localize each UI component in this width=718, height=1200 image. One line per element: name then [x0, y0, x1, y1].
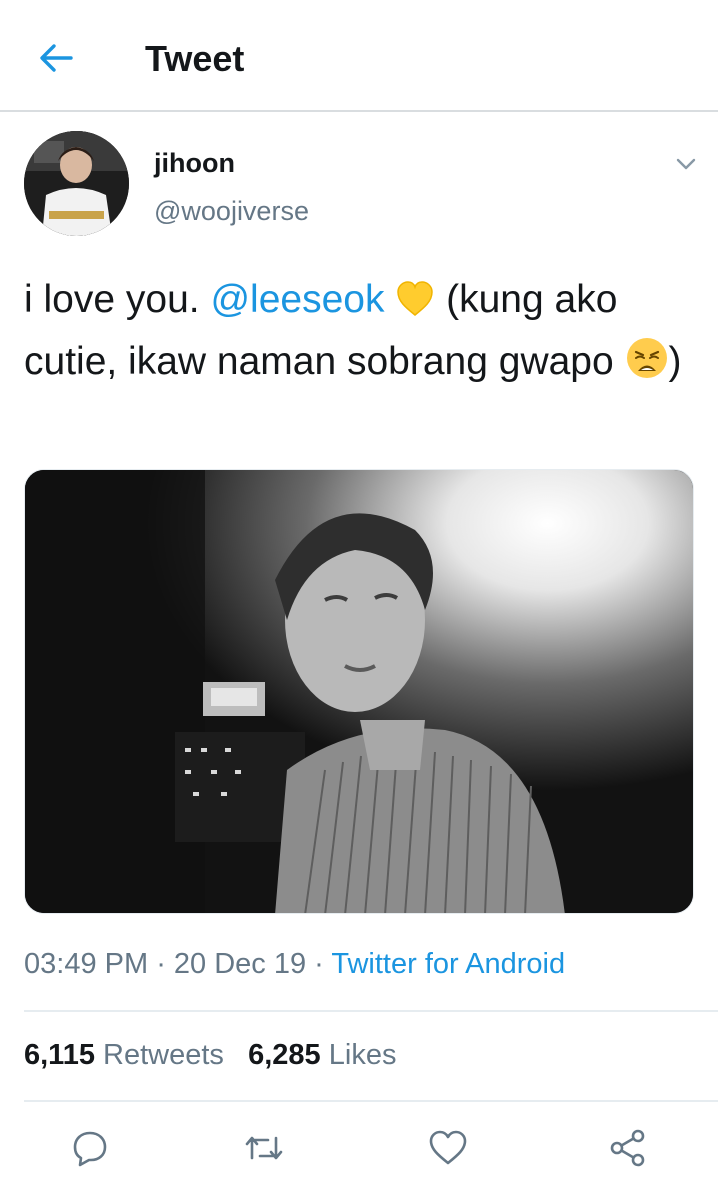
- tweet-date: 20 Dec 19: [173, 948, 307, 980]
- tweet-source-link[interactable]: Twitter for Android: [331, 948, 565, 980]
- retweets-count: 6,115: [24, 1039, 95, 1071]
- likes-count: 6,285: [248, 1039, 321, 1071]
- like-icon: [429, 1130, 467, 1165]
- tweet-meta: 03:49 PM · 20 Dec 19 · Twitter for Andro…: [24, 948, 565, 981]
- retweet-icon: [245, 1136, 283, 1160]
- more-options-button[interactable]: [672, 150, 700, 178]
- weary-face-icon: [625, 336, 669, 396]
- avatar[interactable]: [24, 131, 129, 236]
- chevron-down-icon: [676, 158, 696, 170]
- tweet-photo[interactable]: [24, 469, 694, 914]
- back-arrow-icon: [40, 44, 73, 72]
- retweets-stat[interactable]: 6,115 Retweets: [24, 1039, 224, 1071]
- author-handle[interactable]: @woojiverse: [154, 196, 309, 227]
- avatar-photo: [24, 131, 129, 236]
- divider: [24, 1100, 718, 1102]
- mention-link[interactable]: @leeseok: [210, 278, 384, 321]
- tweet-text-part: i love you.: [24, 278, 211, 321]
- photo-image: [25, 470, 693, 913]
- author-name[interactable]: jihoon: [154, 148, 235, 179]
- reply-icon: [73, 1131, 107, 1167]
- tweet-text: i love you. @leeseok (kung ako cutie, ik…: [24, 272, 704, 396]
- separator: ·: [148, 948, 174, 980]
- action-bar: [0, 1118, 718, 1178]
- share-button[interactable]: [606, 1126, 650, 1170]
- reply-button[interactable]: [68, 1126, 112, 1170]
- tweet-time: 03:49 PM: [24, 948, 149, 980]
- yellow-heart-icon: [395, 278, 435, 334]
- top-bar: Tweet: [0, 0, 718, 112]
- separator: ·: [306, 948, 332, 980]
- share-icon: [610, 1129, 645, 1167]
- likes-stat[interactable]: 6,285 Likes: [248, 1039, 396, 1071]
- likes-label: Likes: [328, 1039, 397, 1071]
- retweets-label: Retweets: [103, 1039, 224, 1071]
- page-title: Tweet: [145, 38, 245, 79]
- retweet-button[interactable]: [242, 1126, 286, 1170]
- divider: [24, 1010, 718, 1012]
- like-button[interactable]: [426, 1126, 470, 1170]
- tweet-text-part: ): [668, 340, 682, 383]
- back-button[interactable]: [34, 36, 78, 80]
- tweet-stats: 6,115 Retweets 6,285 Likes: [24, 1039, 396, 1072]
